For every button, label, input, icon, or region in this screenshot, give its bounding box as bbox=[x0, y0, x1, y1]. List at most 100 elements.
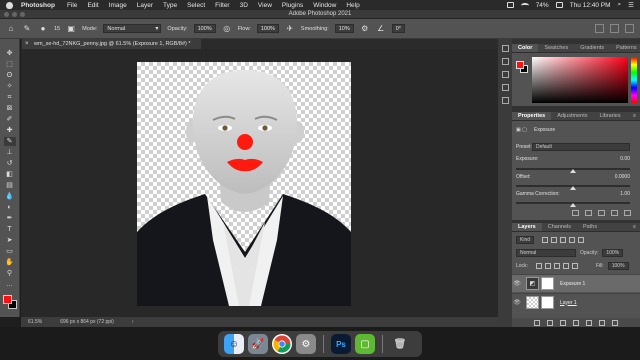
menu-select[interactable]: Select bbox=[187, 2, 205, 9]
tab-color[interactable]: Color bbox=[512, 44, 539, 52]
search-panel-icon[interactable] bbox=[595, 24, 604, 33]
history-panel-icon[interactable] bbox=[501, 45, 509, 52]
zoom-window-button[interactable] bbox=[20, 12, 25, 17]
menu-layer[interactable]: Layer bbox=[137, 2, 153, 9]
blur-tool-icon[interactable]: 💧 bbox=[4, 192, 16, 201]
menu-edit[interactable]: Edit bbox=[87, 2, 98, 9]
document-tab[interactable]: × wm_se-hd_72NKG_penny.jpg @ 61.5% (Expo… bbox=[22, 39, 202, 49]
battery-icon[interactable] bbox=[555, 2, 563, 8]
tab-libraries[interactable]: Libraries bbox=[593, 112, 626, 120]
lock-image-icon[interactable] bbox=[544, 263, 551, 269]
menu-file[interactable]: File bbox=[67, 2, 77, 9]
menu-window[interactable]: Window bbox=[313, 2, 336, 9]
gamma-slider[interactable] bbox=[516, 202, 630, 207]
photoshop-icon[interactable]: Ps bbox=[331, 334, 351, 354]
tab-adjustments[interactable]: Adjustments bbox=[551, 112, 593, 120]
workspace-icon[interactable] bbox=[610, 24, 619, 33]
dodge-tool-icon[interactable]: ◐ bbox=[4, 203, 16, 212]
hand-tool-icon[interactable]: ✋ bbox=[4, 258, 16, 267]
brush-settings-icon[interactable]: ▣ bbox=[66, 24, 76, 34]
shape-filter-icon[interactable] bbox=[569, 237, 576, 243]
angle-field[interactable]: 0° bbox=[391, 24, 406, 33]
layer-row-exposure[interactable]: 👁 ◩ Exposure 1 bbox=[512, 274, 640, 292]
close-window-button[interactable] bbox=[4, 12, 9, 17]
finder-icon[interactable]: ☺ bbox=[224, 334, 244, 354]
minimize-window-button[interactable] bbox=[12, 12, 17, 17]
layer-style-icon[interactable] bbox=[547, 319, 553, 326]
gamma-value[interactable]: 1.00 bbox=[620, 191, 630, 197]
layer-name[interactable]: Layer 1 bbox=[560, 300, 577, 306]
mode-select[interactable]: Normal bbox=[103, 24, 162, 33]
more-tools-icon[interactable]: … bbox=[4, 280, 16, 289]
tab-paths[interactable]: Paths bbox=[577, 223, 603, 231]
launchpad-icon[interactable]: 🚀 bbox=[248, 334, 268, 354]
layer-mask-thumbnail[interactable] bbox=[541, 296, 554, 309]
trash-icon[interactable] bbox=[612, 319, 618, 326]
chrome-icon[interactable] bbox=[272, 334, 292, 354]
menu-plugins[interactable]: Plugins bbox=[282, 2, 303, 9]
lasso-tool-icon[interactable]: ʘ bbox=[4, 71, 16, 80]
reset-icon[interactable] bbox=[598, 210, 605, 216]
brush-tool-icon-active[interactable]: ✎ bbox=[3, 137, 16, 146]
layer-opacity-field[interactable]: 100% bbox=[602, 249, 624, 257]
tab-patterns[interactable]: Patterns bbox=[610, 44, 640, 52]
new-group-icon[interactable] bbox=[586, 319, 592, 326]
new-layer-icon[interactable] bbox=[599, 319, 605, 326]
panel-menu-icon[interactable]: ≡ bbox=[629, 223, 640, 231]
clock[interactable]: Thu 12:40 PM bbox=[570, 2, 611, 9]
frame-tool-icon[interactable]: ⊠ bbox=[4, 104, 16, 113]
lock-position-icon[interactable] bbox=[553, 263, 560, 269]
smoothing-field[interactable]: 10% bbox=[334, 24, 354, 33]
character-panel-icon[interactable] bbox=[501, 58, 509, 65]
paragraph-panel-icon[interactable] bbox=[501, 71, 509, 78]
type-filter-icon[interactable] bbox=[560, 237, 567, 243]
opacity-field[interactable]: 100% bbox=[193, 24, 216, 33]
glyphs-panel-icon[interactable] bbox=[501, 97, 509, 104]
marquee-tool-icon[interactable]: ⬚ bbox=[4, 60, 16, 69]
gamma-slider-knob[interactable] bbox=[570, 203, 576, 207]
tab-gradients[interactable]: Gradients bbox=[574, 44, 610, 52]
pixel-filter-icon[interactable] bbox=[542, 237, 549, 243]
quick-select-tool-icon[interactable]: ✧ bbox=[4, 82, 16, 91]
menu-help[interactable]: Help bbox=[346, 2, 359, 9]
eyedropper-tool-icon[interactable]: ✐ bbox=[4, 115, 16, 124]
exposure-value[interactable]: 0.00 bbox=[620, 156, 630, 162]
wifi-icon[interactable] bbox=[520, 2, 529, 8]
smoothing-options-icon[interactable]: ⚙ bbox=[360, 24, 370, 34]
apple-icon[interactable] bbox=[6, 1, 13, 9]
view-previous-icon[interactable] bbox=[585, 210, 592, 216]
adjustment-filter-icon[interactable] bbox=[551, 237, 558, 243]
camtasia-icon[interactable]: ▢ bbox=[355, 334, 375, 354]
visibility-toggle-icon[interactable] bbox=[611, 210, 618, 216]
foreground-color-swatch[interactable] bbox=[2, 295, 12, 304]
menu-3d[interactable]: 3D bbox=[240, 2, 248, 9]
eye-icon[interactable]: 👁 bbox=[512, 280, 522, 287]
filter-kind-select[interactable]: Kind bbox=[516, 236, 535, 244]
menu-image[interactable]: Image bbox=[109, 2, 127, 9]
history-brush-tool-icon[interactable]: ↺ bbox=[4, 159, 16, 168]
flow-field[interactable]: 100% bbox=[256, 24, 279, 33]
healing-brush-tool-icon[interactable]: ✚ bbox=[4, 126, 16, 135]
color-swatches[interactable] bbox=[2, 295, 17, 309]
move-tool-icon[interactable]: ✥ bbox=[4, 49, 16, 58]
menu-type[interactable]: Type bbox=[163, 2, 177, 9]
clone-stamp-tool-icon[interactable]: ⊥ bbox=[4, 148, 16, 157]
tab-properties[interactable]: Properties bbox=[512, 112, 552, 120]
layer-name[interactable]: Exposure 1 bbox=[560, 281, 585, 287]
exposure-slider[interactable] bbox=[516, 168, 630, 173]
eraser-tool-icon[interactable]: ◧ bbox=[4, 170, 16, 179]
preset-select[interactable]: Default bbox=[532, 143, 630, 151]
trash-icon[interactable]: 🗑 bbox=[390, 334, 410, 354]
delete-adjustment-icon[interactable] bbox=[624, 210, 631, 216]
brush-preset-picker[interactable]: ● bbox=[38, 24, 48, 34]
crop-tool-icon[interactable]: ⌗ bbox=[4, 93, 16, 102]
pressure-opacity-icon[interactable]: ◎ bbox=[222, 24, 232, 34]
airbrush-icon[interactable]: ✈ bbox=[285, 24, 295, 34]
new-adjustment-icon[interactable] bbox=[573, 319, 579, 326]
lock-all-icon[interactable] bbox=[571, 263, 578, 269]
brush-settings-panel-icon[interactable] bbox=[501, 84, 509, 91]
blend-mode-select[interactable]: Normal bbox=[516, 249, 576, 257]
document-canvas[interactable] bbox=[137, 62, 351, 306]
menu-view[interactable]: View bbox=[258, 2, 272, 9]
layer-mask-thumbnail[interactable] bbox=[541, 277, 554, 290]
